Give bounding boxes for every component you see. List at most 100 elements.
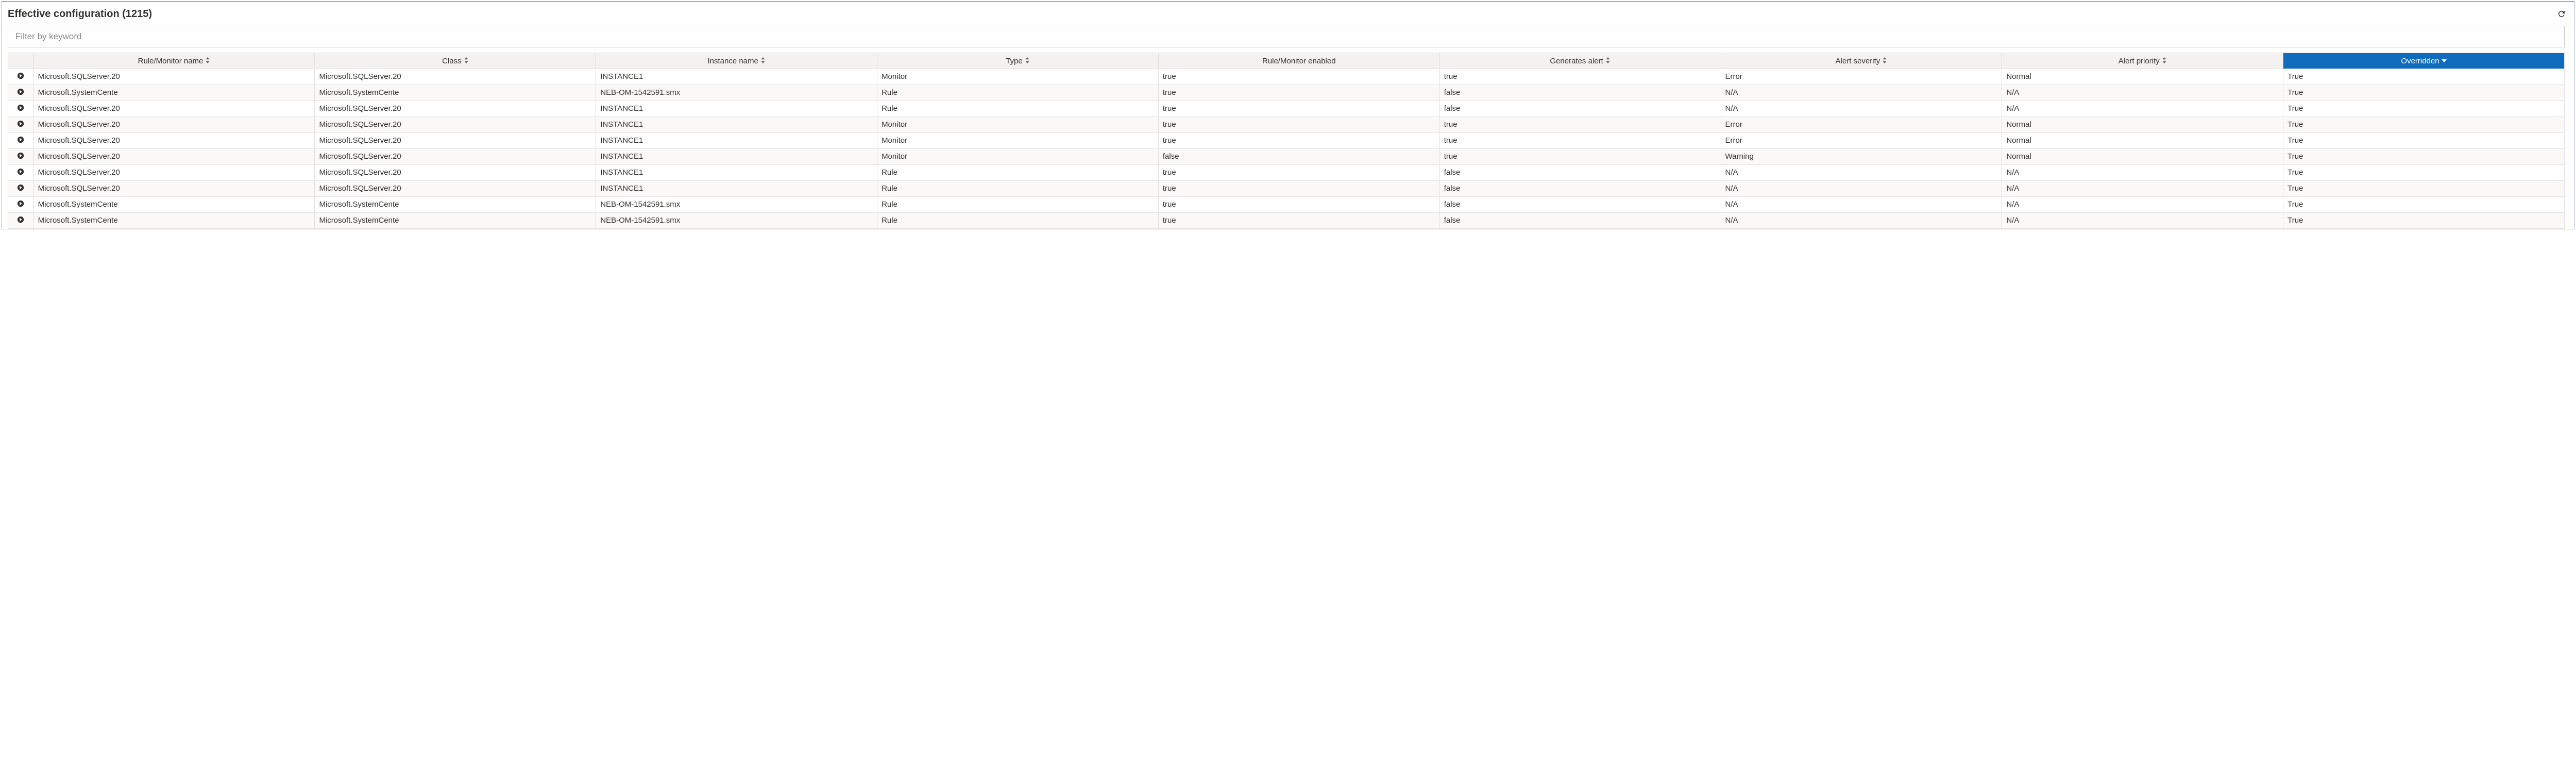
col-label: Rule/Monitor enabled [1262, 57, 1336, 65]
refresh-button[interactable] [2555, 7, 2568, 21]
expand-row-button[interactable] [16, 184, 25, 193]
col-label: Generates alert [1550, 57, 1603, 65]
cell-severity: Error [1721, 69, 2002, 85]
cell-class: Microsoft.SQLServer.20 [315, 180, 596, 196]
cell-type: Rule [877, 164, 1159, 180]
col-rule-monitor-enabled: Rule/Monitor enabled [1158, 53, 1439, 69]
cell-class: Microsoft.SQLServer.20 [315, 132, 596, 148]
col-type[interactable]: Type [877, 53, 1159, 69]
cell-severity: N/A [1721, 180, 2002, 196]
cell-priority: Normal [2002, 148, 2283, 164]
table-body: Microsoft.SQLServer.20Microsoft.SQLServe… [8, 69, 2565, 228]
col-instance-name[interactable]: Instance name [596, 53, 877, 69]
effective-configuration-panel: Effective configuration (1215) [1, 1, 2575, 229]
cell-instance: INSTANCE1 [596, 132, 877, 148]
cell-overridden: True [2283, 101, 2565, 116]
cell-enabled: true [1158, 180, 1439, 196]
col-label: Alert priority [2119, 57, 2160, 65]
cell-alert: true [1439, 148, 1721, 164]
cell-enabled: true [1158, 132, 1439, 148]
col-alert-priority[interactable]: Alert priority [2002, 53, 2283, 69]
cell-alert: false [1439, 180, 1721, 196]
cell-severity: N/A [1721, 85, 2002, 101]
col-label: Type [1006, 57, 1023, 65]
cell-type: Rule [877, 101, 1159, 116]
col-expander [8, 53, 34, 69]
table-row: Microsoft.SQLServer.20Microsoft.SQLServe… [8, 180, 2565, 196]
table-row: Microsoft.SystemCenteMicrosoft.SystemCen… [8, 212, 2565, 228]
col-overridden[interactable]: Overridden [2283, 53, 2565, 69]
cell-instance: INSTANCE1 [596, 69, 877, 85]
expand-row-button[interactable] [16, 104, 25, 113]
expand-row-button[interactable] [16, 168, 25, 177]
cell-type: Rule [877, 212, 1159, 228]
cell-instance: NEB-OM-1542591.smx [596, 212, 877, 228]
chevron-right-circle-icon [17, 216, 24, 225]
cell-overridden: True [2283, 196, 2565, 212]
expand-row-button[interactable] [16, 72, 25, 81]
cell-severity: Warning [1721, 148, 2002, 164]
expander-cell [8, 116, 34, 132]
cell-alert: false [1439, 164, 1721, 180]
sort-both-icon [1882, 57, 1887, 65]
cell-enabled: true [1158, 196, 1439, 212]
cell-priority: N/A [2002, 180, 2283, 196]
cell-name: Microsoft.SQLServer.20 [33, 180, 315, 196]
cell-type: Monitor [877, 69, 1159, 85]
cell-class: Microsoft.SQLServer.20 [315, 164, 596, 180]
cell-class: Microsoft.SystemCente [315, 196, 596, 212]
cell-instance: INSTANCE1 [596, 180, 877, 196]
chevron-right-circle-icon [17, 88, 24, 97]
cell-alert: true [1439, 69, 1721, 85]
col-class[interactable]: Class [315, 53, 596, 69]
cell-instance: INSTANCE1 [596, 148, 877, 164]
cell-alert: false [1439, 85, 1721, 101]
chevron-right-circle-icon [17, 120, 24, 129]
cell-enabled: true [1158, 101, 1439, 116]
cell-class: Microsoft.SQLServer.20 [315, 148, 596, 164]
cell-class: Microsoft.SQLServer.20 [315, 101, 596, 116]
chevron-right-circle-icon [17, 152, 24, 161]
cell-class: Microsoft.SQLServer.20 [315, 116, 596, 132]
cell-priority: Normal [2002, 69, 2283, 85]
cell-overridden: True [2283, 132, 2565, 148]
cell-name: Microsoft.SystemCente [33, 85, 315, 101]
col-label: Rule/Monitor name [138, 57, 204, 65]
chevron-right-circle-icon [17, 184, 24, 193]
cell-name: Microsoft.SystemCente [33, 212, 315, 228]
cell-severity: N/A [1721, 196, 2002, 212]
expander-cell [8, 196, 34, 212]
expander-cell [8, 164, 34, 180]
chevron-right-circle-icon [17, 136, 24, 145]
sort-both-icon [760, 57, 766, 65]
expand-row-button[interactable] [16, 136, 25, 145]
col-generates-alert[interactable]: Generates alert [1439, 53, 1721, 69]
chevron-right-circle-icon [17, 168, 24, 177]
cell-severity: Error [1721, 116, 2002, 132]
cell-priority: N/A [2002, 212, 2283, 228]
cell-instance: INSTANCE1 [596, 101, 877, 116]
cell-priority: N/A [2002, 164, 2283, 180]
expander-cell [8, 148, 34, 164]
table-row: Microsoft.SQLServer.20Microsoft.SQLServe… [8, 132, 2565, 148]
table-row: Microsoft.SQLServer.20Microsoft.SQLServe… [8, 148, 2565, 164]
expand-row-button[interactable] [16, 88, 25, 97]
col-rule-monitor-name[interactable]: Rule/Monitor name [33, 53, 315, 69]
expand-row-button[interactable] [16, 152, 25, 161]
col-label: Class [442, 57, 462, 65]
col-alert-severity[interactable]: Alert severity [1721, 53, 2002, 69]
page-title: Effective configuration (1215) [8, 8, 152, 20]
col-label: Overridden [2401, 57, 2439, 65]
cell-enabled: true [1158, 116, 1439, 132]
expand-row-button[interactable] [16, 120, 25, 129]
expand-row-button[interactable] [16, 200, 25, 209]
table-row: Microsoft.SQLServer.20Microsoft.SQLServe… [8, 116, 2565, 132]
expander-cell [8, 101, 34, 116]
cell-overridden: True [2283, 180, 2565, 196]
cell-enabled: true [1158, 164, 1439, 180]
cell-instance: INSTANCE1 [596, 116, 877, 132]
expander-cell [8, 132, 34, 148]
expand-row-button[interactable] [16, 216, 25, 225]
filter-input[interactable] [8, 26, 2565, 47]
expander-cell [8, 85, 34, 101]
